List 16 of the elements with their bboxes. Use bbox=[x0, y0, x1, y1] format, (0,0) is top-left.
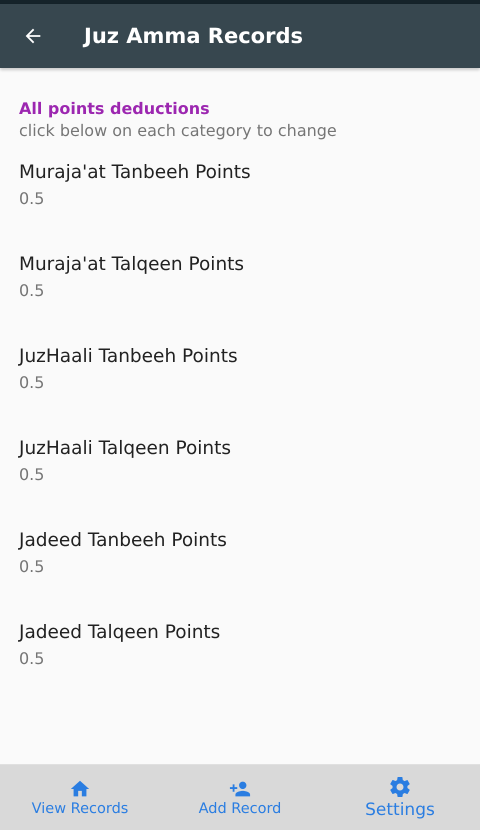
setting-title[interactable]: Jadeed Talqeen Points bbox=[19, 620, 220, 646]
setting-value: 0.5 bbox=[19, 372, 44, 394]
setting-title[interactable]: JuzHaali Tanbeeh Points bbox=[19, 344, 238, 370]
screen-title: Juz Amma Records bbox=[84, 24, 303, 48]
setting-value: 0.5 bbox=[19, 556, 44, 578]
setting-value: 0.5 bbox=[19, 280, 44, 302]
section-title: All points deductions bbox=[19, 98, 211, 120]
section-subtitle: click below on each category to change bbox=[19, 120, 338, 142]
setting-value: 0.5 bbox=[19, 464, 44, 486]
setting-title[interactable]: Jadeed Tanbeeh Points bbox=[19, 528, 227, 554]
settings-icon bbox=[388, 775, 412, 799]
setting-value: 0.5 bbox=[19, 188, 44, 210]
setting-title[interactable]: Muraja'at Talqeen Points bbox=[19, 252, 244, 278]
setting-value: 0.5 bbox=[19, 648, 44, 670]
setting-title[interactable]: JuzHaali Talqeen Points bbox=[19, 436, 232, 462]
setting-title[interactable]: Muraja'at Tanbeeh Points bbox=[19, 160, 251, 186]
